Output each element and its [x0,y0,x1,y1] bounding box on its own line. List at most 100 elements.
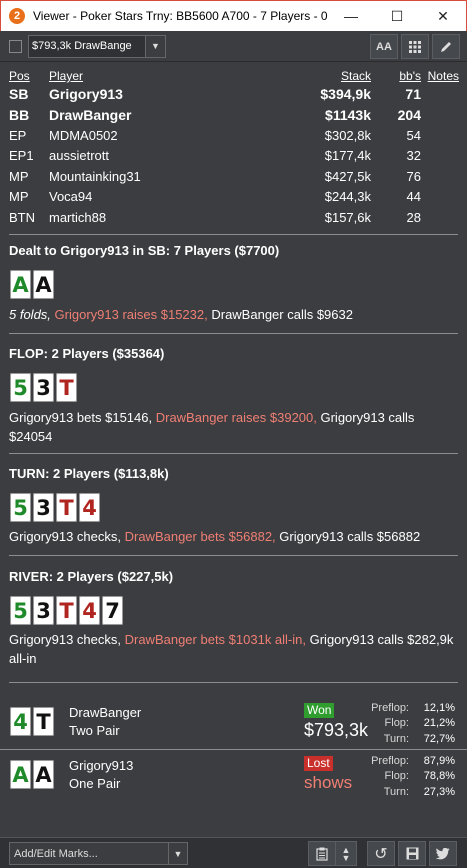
river-title: RIVER: 2 Players ($227,5k) [9,569,174,584]
player-bbs: 32 [406,148,421,164]
twitter-button[interactable] [429,841,457,866]
stat-value: 12,1% [423,701,455,714]
header-stack[interactable]: Stack [269,68,371,84]
flop-action-2: DrawBanger raises $39200, [152,410,317,425]
player-row[interactable]: MP Mountainking31 $427,5k 76 [9,166,459,187]
turn-action-1: Grigory913 checks, [9,529,121,544]
result-player: DrawBanger [69,705,142,720]
stat-label: Preflop: [371,754,409,767]
updown-arrows-icon: ▲ ▼ [341,844,351,863]
player-notes[interactable] [421,125,459,146]
minimize-button[interactable]: — [328,1,374,31]
header-notes[interactable]: Notes [421,68,459,84]
divider [9,453,458,454]
player-stack: $427,5k [324,168,371,184]
divider [9,333,458,334]
playing-card: A [33,760,54,789]
save-icon [406,847,418,860]
stat-label: Turn: [383,785,409,798]
player-row[interactable]: BTN martich88 $157,6k 28 [9,207,459,228]
playing-card: 7 [102,596,123,625]
bottom-bar: Add/Edit Marks... ▼ ▲ ▼ ↺ [0,837,467,868]
player-notes[interactable] [421,187,459,208]
grid-button[interactable] [401,34,429,59]
playing-card: T [56,493,77,522]
player-position: SB [9,86,29,103]
result-cards: 4T [10,707,54,736]
header-pos[interactable]: Pos [9,68,49,84]
header-player[interactable]: Player [49,68,269,84]
stepper-button[interactable]: ▲ ▼ [335,841,357,866]
playing-card: 4 [79,493,100,522]
close-button[interactable]: ✕ [420,1,466,31]
stat-label: Turn: [383,732,409,745]
player-notes[interactable] [421,166,459,187]
result-hand: Two Pair [69,723,120,738]
pencil-icon [441,41,451,52]
player-notes[interactable] [421,84,459,105]
save-button[interactable] [398,841,426,866]
playing-card: A [33,270,54,299]
player-position: MP [9,168,29,184]
playing-card: T [56,373,77,402]
player-notes[interactable] [421,207,459,228]
preflop-call: DrawBanger calls $9632 [207,307,353,322]
playing-card: T [33,707,54,736]
player-name: MDMA0502 [49,127,118,143]
hand-select[interactable]: $793,3k DrawBange [28,34,146,58]
player-row[interactable]: EP MDMA0502 $302,8k 54 [9,125,459,146]
player-position: EP [9,127,27,143]
turn-action-2: DrawBanger bets $56882, [121,529,276,544]
player-notes[interactable] [421,146,459,167]
flop-title: FLOP: 2 Players ($35364) [9,346,165,361]
player-row[interactable]: BB DrawBanger $1143k 204 [9,105,459,126]
divider [9,234,458,235]
turn-actions: Grigory913 checks, DrawBanger bets $5688… [9,527,459,546]
stat-value: 87,9% [423,754,455,767]
player-row[interactable]: SB Grigory913 $394,9k 71 [9,84,459,105]
player-row[interactable]: MP Voca94 $244,3k 44 [9,187,459,208]
font-size-button[interactable]: AA [370,34,398,59]
select-hand-checkbox[interactable] [9,39,22,53]
player-bbs: 54 [406,127,421,143]
divider [9,682,458,683]
player-row[interactable]: EP1 aussietrott $177,4k 32 [9,146,459,167]
clipboard-icon [316,847,328,861]
turn-title: TURN: 2 Players ($113,8k) [9,466,169,481]
player-bbs: 28 [406,209,421,225]
flop-actions: Grigory913 bets $15146, DrawBanger raise… [9,408,459,446]
header-bbs[interactable]: bb's [371,68,421,84]
player-name: Voca94 [49,189,93,205]
maximize-button[interactable]: ☐ [374,1,420,31]
player-name: Mountainking31 [49,168,141,184]
flop-action-1: Grigory913 bets $15146, [9,410,153,425]
player-notes[interactable] [421,105,459,126]
playing-card: A [10,270,31,299]
clipboard-button[interactable] [308,841,336,866]
title-bar: 2 Viewer - Poker Stars Trny: BB5600 A700… [0,0,467,31]
marks-select[interactable]: Add/Edit Marks... [9,842,169,865]
hand-select-dropdown-button[interactable]: ▼ [146,34,166,58]
font-size-icon: AA [376,40,392,53]
toolbar: $793,3k DrawBange ▼ AA [0,31,467,62]
preflop-raise: Grigory913 raises $15232, [50,307,208,322]
divider [9,555,458,556]
grid-icon [409,40,421,53]
player-stack: $1143k [325,106,371,123]
equity-stats: Preflop: 87,9% Flop: 78,8% Turn: 27,3% [340,753,455,800]
player-stack: $244,3k [324,189,371,205]
refresh-icon: ↺ [374,845,388,863]
refresh-button[interactable]: ↺ [367,841,395,866]
player-position: EP1 [9,148,34,164]
player-stack: $302,8k [324,127,371,143]
player-position: BB [9,106,30,123]
turn-cards: 53T4 [10,493,100,522]
equity-stats: Preflop: 12,1% Flop: 21,2% Turn: 72,7% [340,700,455,747]
edit-button[interactable] [432,34,460,59]
stat-value: 27,3% [423,785,455,798]
flop-cards: 53T [10,373,77,402]
chevron-down-icon: ▼ [151,41,160,51]
window-title: Viewer - Poker Stars Trny: BB5600 A700 -… [33,9,328,23]
player-stack: $157,6k [324,209,371,225]
marks-dropdown-button[interactable]: ▼ [168,842,188,865]
